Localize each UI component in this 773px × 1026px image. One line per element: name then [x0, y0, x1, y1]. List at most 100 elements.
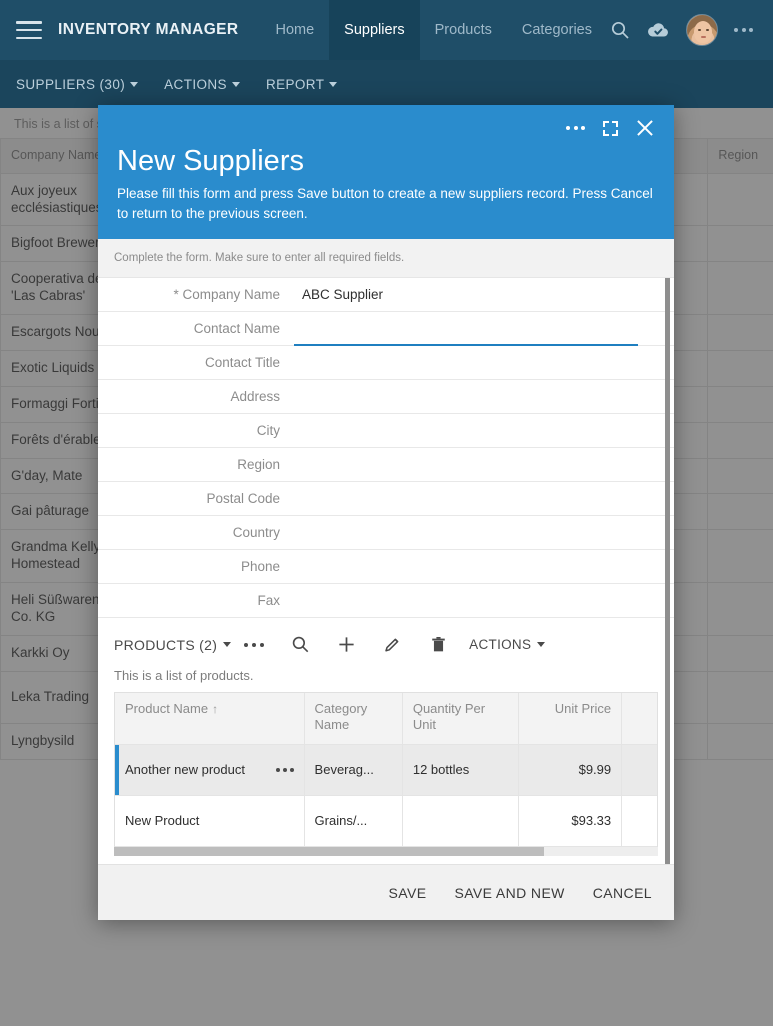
new-supplier-dialog: New Suppliers Please fill this form and … — [98, 105, 674, 920]
nav-link-home[interactable]: Home — [260, 0, 329, 60]
field-input[interactable]: ABC Supplier — [294, 278, 674, 312]
dialog-footer: SAVE SAVE AND NEW CANCEL — [98, 864, 674, 920]
close-icon[interactable] — [636, 119, 654, 137]
field-label: Region — [98, 457, 294, 472]
product-column-header-quantity-per-unit[interactable]: Quantity Per Unit — [402, 693, 518, 745]
field-input[interactable] — [294, 447, 674, 481]
form-row: Address — [98, 380, 674, 414]
dialog-hint-text: Complete the form. Make sure to enter al… — [98, 239, 674, 278]
field-label: Phone — [98, 559, 294, 574]
top-navigation-bar: INVENTORY MANAGER Home Suppliers Product… — [0, 0, 773, 60]
field-input[interactable] — [294, 379, 674, 413]
products-section-dropdown[interactable]: PRODUCTS (2) — [114, 637, 231, 653]
main-nav-links: Home Suppliers Products Categories — [260, 0, 607, 60]
products-toolbar: PRODUCTS (2) — [98, 618, 674, 666]
cancel-button[interactable]: CANCEL — [593, 885, 652, 901]
products-table-container: Product Name↑ Category Name Quantity Per… — [114, 692, 658, 848]
field-input[interactable] — [294, 515, 674, 549]
products-table: Product Name↑ Category Name Quantity Per… — [115, 693, 658, 848]
save-button[interactable]: SAVE — [389, 885, 427, 901]
cell-product-name: Another new product — [115, 745, 304, 796]
subnav-report-label: REPORT — [266, 77, 324, 92]
chevron-down-icon — [130, 82, 138, 87]
overflow-menu-icon[interactable] — [566, 126, 585, 130]
avatar[interactable] — [686, 14, 718, 46]
form-row: Region — [98, 448, 674, 482]
products-actions-label: ACTIONS — [469, 637, 531, 652]
menu-icon[interactable] — [16, 21, 42, 39]
cell-category-name: Grains/... — [304, 796, 402, 847]
row-overflow-menu-icon[interactable] — [276, 768, 294, 772]
overflow-menu-icon[interactable] — [734, 28, 753, 32]
chevron-down-icon — [329, 82, 337, 87]
field-label: Contact Title — [98, 355, 294, 370]
product-name-cell-content: New Product — [125, 813, 294, 829]
product-column-header-name[interactable]: Product Name↑ — [115, 693, 304, 745]
subnav-suppliers-dropdown[interactable]: SUPPLIERS (30) — [16, 77, 138, 92]
dialog-subtitle: Please fill this form and press Save but… — [117, 184, 658, 222]
products-table-header-row: Product Name↑ Category Name Quantity Per… — [115, 693, 658, 745]
cell-units-in-stock: 10 — [622, 796, 658, 847]
nav-link-products[interactable]: Products — [420, 0, 507, 60]
nav-link-suppliers[interactable]: Suppliers — [329, 0, 419, 60]
chevron-down-icon — [537, 642, 545, 647]
subnav-actions-dropdown[interactable]: ACTIONS — [164, 77, 240, 92]
save-and-new-button[interactable]: SAVE AND NEW — [454, 885, 564, 901]
field-label: Address — [98, 389, 294, 404]
products-table-body: Another new productBeverag...12 bottles$… — [115, 745, 658, 847]
top-nav-right-actions — [610, 14, 757, 46]
field-label: Fax — [98, 593, 294, 608]
products-actions-dropdown[interactable]: ACTIONS — [469, 637, 545, 652]
field-input[interactable] — [294, 311, 674, 345]
scrollbar-thumb[interactable] — [665, 278, 670, 864]
subnav-suppliers-label: SUPPLIERS (30) — [16, 77, 125, 92]
field-label: Contact Name — [98, 321, 294, 336]
overflow-menu-icon[interactable] — [231, 632, 277, 658]
form-row: Country — [98, 516, 674, 550]
product-column-header-category[interactable]: Category Name — [304, 693, 402, 745]
supplier-form: * Company NameABC Supplier Contact Name Co… — [98, 278, 674, 618]
chevron-down-icon — [223, 642, 231, 647]
expand-icon[interactable] — [603, 121, 618, 136]
dialog-vertical-scrollbar[interactable] — [665, 278, 670, 864]
form-row: Fax — [98, 584, 674, 618]
cell-unit-price: $93.33 — [518, 796, 621, 847]
subnav-report-dropdown[interactable]: REPORT — [266, 77, 337, 92]
dialog-scroll-area: * Company NameABC Supplier Contact Name Co… — [98, 278, 674, 864]
add-icon[interactable] — [323, 632, 369, 658]
product-name-cell-content: Another new product — [125, 762, 294, 778]
column-label: Product Name — [125, 701, 208, 716]
form-row: * Company NameABC Supplier — [98, 278, 674, 312]
delete-icon[interactable] — [415, 632, 461, 658]
field-label: City — [98, 423, 294, 438]
products-horizontal-scrollbar[interactable] — [114, 847, 658, 856]
form-row: Phone — [98, 550, 674, 584]
field-label: Country — [98, 525, 294, 540]
form-row: Contact Name — [98, 312, 674, 346]
scrollbar-thumb[interactable] — [114, 847, 544, 856]
form-row: Postal Code — [98, 482, 674, 516]
cell-product-name: New Product — [115, 796, 304, 847]
nav-link-categories[interactable]: Categories — [507, 0, 607, 60]
field-input[interactable] — [294, 549, 674, 583]
search-icon[interactable] — [610, 20, 630, 40]
table-row[interactable]: New Product Grains/... $93.3310 — [115, 796, 658, 847]
cell-quantity-per-unit — [402, 796, 518, 847]
product-name-text: New Product — [125, 813, 199, 829]
field-input[interactable] — [294, 413, 674, 447]
cell-quantity-per-unit: 12 bottles — [402, 745, 518, 796]
cloud-check-icon[interactable] — [646, 20, 670, 40]
chevron-down-icon — [232, 82, 240, 87]
dialog-title: New Suppliers — [117, 145, 658, 178]
search-icon[interactable] — [277, 632, 323, 658]
application-window: INVENTORY MANAGER Home Suppliers Product… — [0, 0, 773, 1026]
dialog-body: * Company NameABC Supplier Contact Name Co… — [98, 278, 674, 864]
field-input[interactable] — [294, 345, 674, 379]
product-column-header-units-in-stock[interactable]: Units In Stock — [622, 693, 658, 745]
field-input[interactable] — [294, 583, 674, 617]
products-list-note: This is a list of products. — [98, 666, 674, 692]
table-row[interactable]: Another new productBeverag...12 bottles$… — [115, 745, 658, 796]
product-column-header-unit-price[interactable]: Unit Price — [518, 693, 621, 745]
edit-icon[interactable] — [369, 632, 415, 658]
field-input[interactable] — [294, 481, 674, 515]
